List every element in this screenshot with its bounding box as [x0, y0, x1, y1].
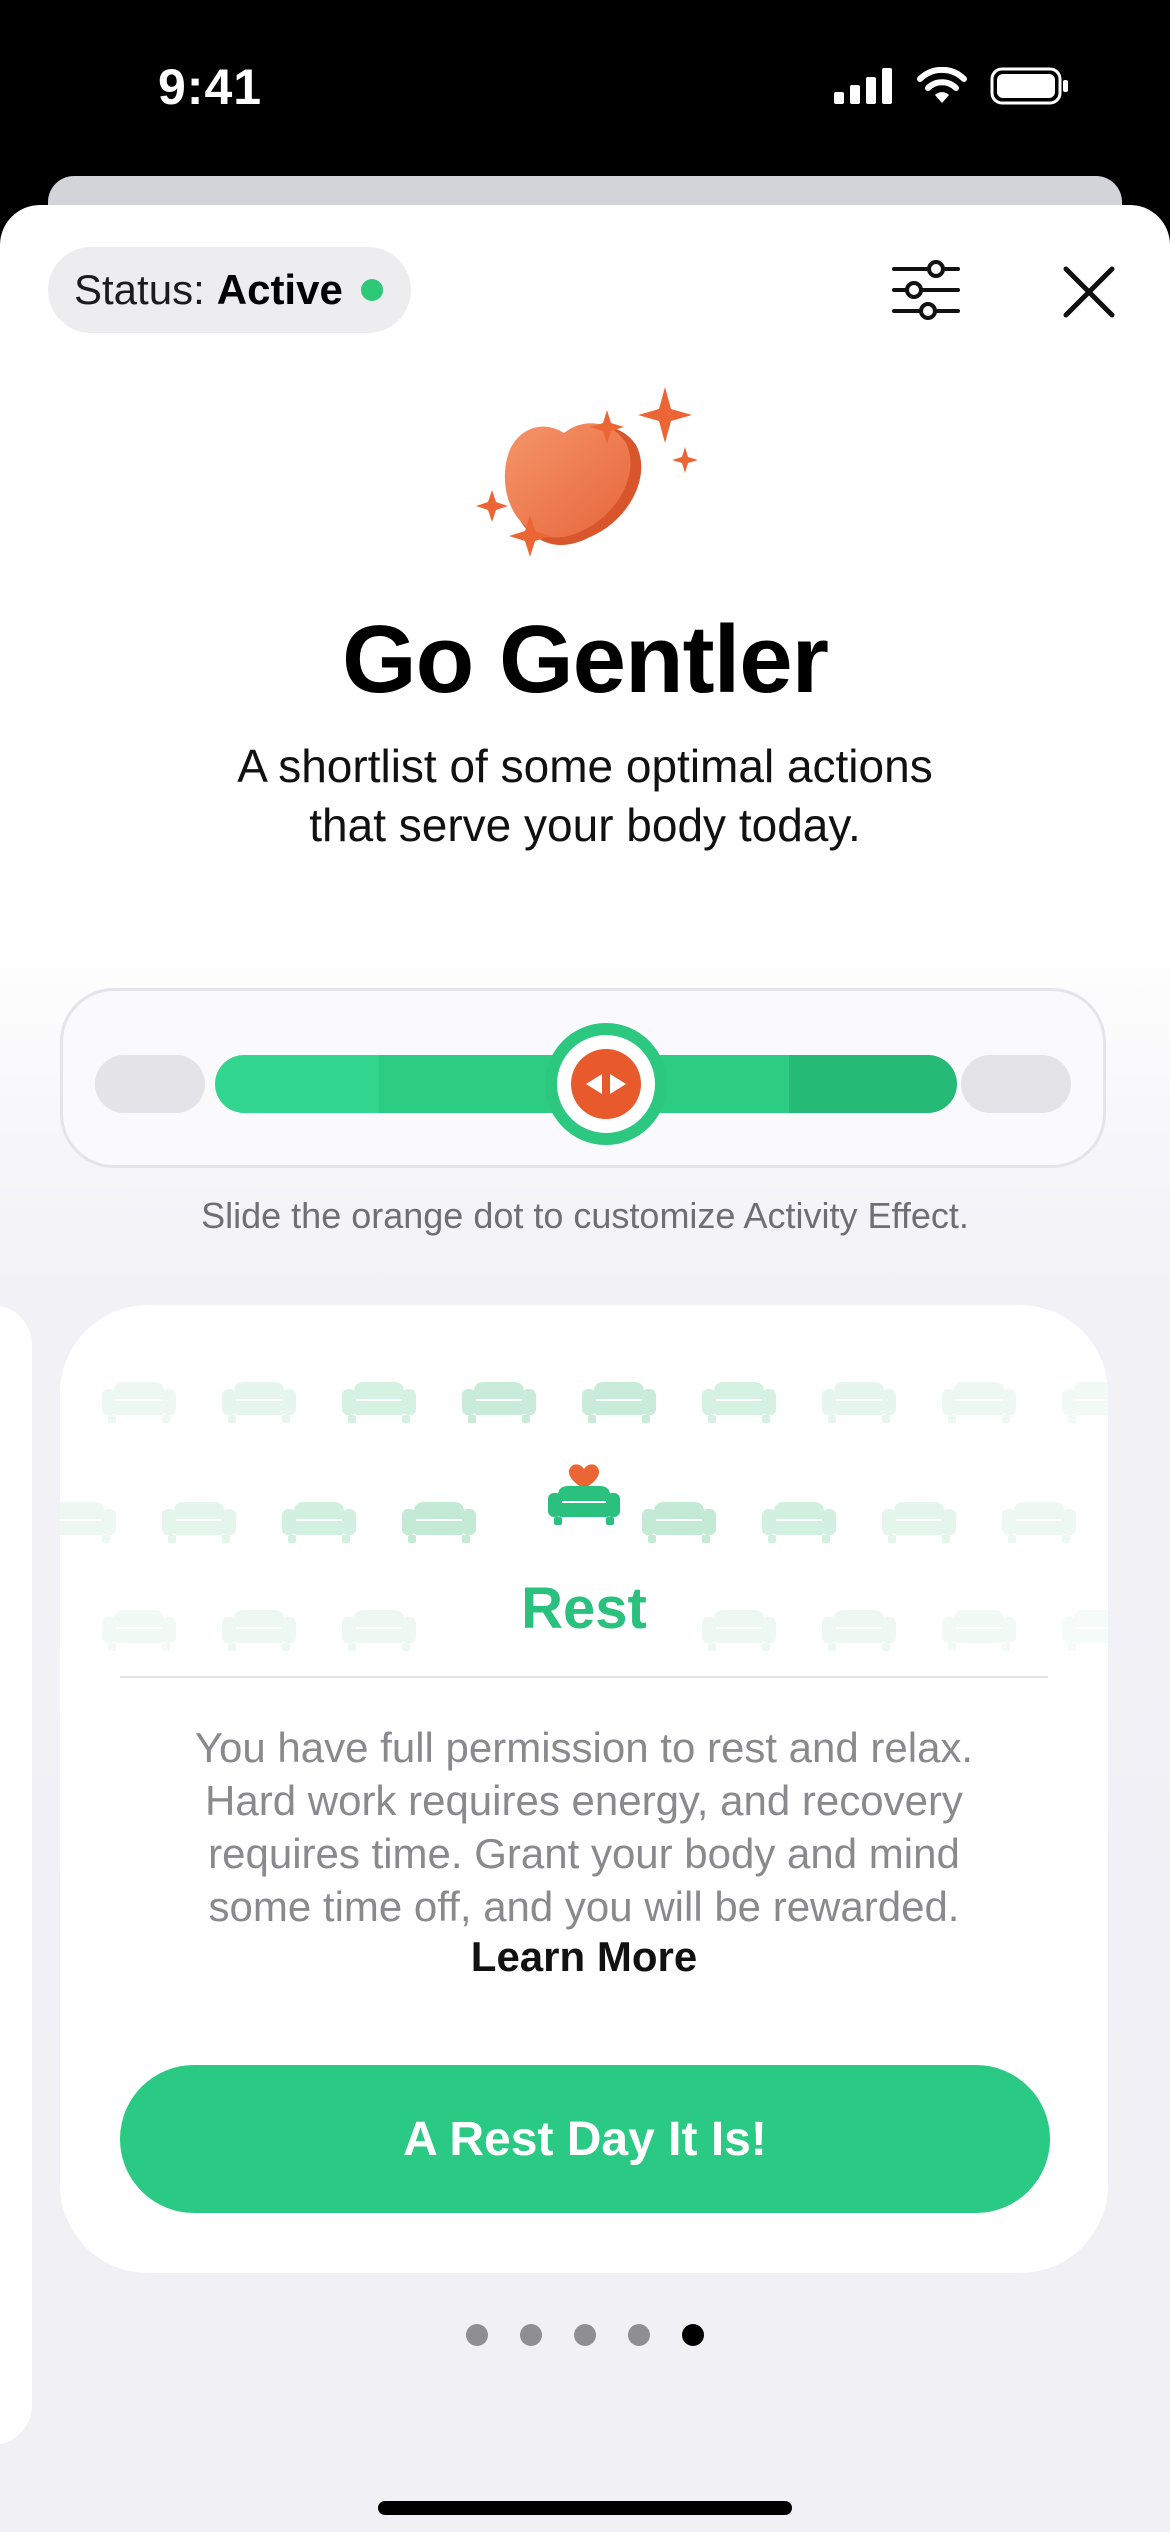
go-gentler-sheet: Status: Active Go Gentler A shortlist of…: [0, 205, 1170, 2532]
couch-pattern-icon: [340, 1377, 418, 1429]
couch-pattern-icon: [760, 1497, 838, 1549]
page-indicator[interactable]: [0, 2324, 1170, 2346]
couch-pattern-icon: [1000, 1497, 1078, 1549]
couch-pattern-icon: [640, 1497, 718, 1549]
couch-pattern-icon: [280, 1497, 358, 1549]
slider-hint: Slide the orange dot to customize Activi…: [201, 1195, 969, 1236]
couch-pattern-row: [60, 1377, 1108, 1437]
couch-pattern-icon: [60, 1497, 118, 1549]
subtitle-line: A shortlist of some optimal actions: [237, 740, 933, 792]
couch-pattern-icon: [1060, 1377, 1108, 1429]
page-dot[interactable]: [466, 2324, 488, 2346]
page-dot[interactable]: [574, 2324, 596, 2346]
page-subtitle: A shortlist of some optimal actions that…: [150, 737, 1020, 855]
couch-pattern-icon: [460, 1377, 538, 1429]
slider-segment-right: [961, 1055, 1071, 1113]
page-title: Go Gentler: [341, 606, 829, 713]
couch-heart-icon: [548, 1464, 620, 1525]
heart-sparkles-icon: [440, 365, 730, 605]
status-value: Active: [216, 266, 343, 313]
filter-button[interactable]: [888, 255, 964, 325]
activity-card: Rest You have full permission to rest an…: [60, 1305, 1108, 2273]
sliders-icon: [892, 260, 960, 320]
left-right-arrows-icon: [586, 1074, 626, 1094]
couch-pattern-icon: [160, 1497, 238, 1549]
status-pill[interactable]: Status: Active: [48, 247, 411, 333]
card-divider: [120, 1676, 1048, 1678]
rest-day-button[interactable]: A Rest Day It Is!: [120, 2065, 1050, 2213]
learn-more-link[interactable]: Learn More: [60, 1933, 1108, 1981]
status-time: 9:41: [158, 59, 263, 115]
description-line: Hard work requires energy, and recovery: [205, 1777, 963, 1824]
description-line: You have full permission to rest and rel…: [194, 1724, 974, 1771]
status-indicator-dot: [360, 279, 383, 301]
couch-pattern-icon: [940, 1377, 1018, 1429]
slider-knob[interactable]: [545, 1023, 667, 1145]
description-line: some time off, and you will be rewarded.: [208, 1883, 960, 1930]
couch-pattern-icon: [100, 1377, 178, 1429]
home-indicator[interactable]: [378, 2501, 792, 2515]
activity-effect-slider[interactable]: [60, 988, 1106, 1168]
status-label: Status:: [74, 266, 205, 313]
couch-pattern-icon: [220, 1377, 298, 1429]
description-line: requires time. Grant your body and mind: [208, 1830, 960, 1877]
slider-segment-left: [95, 1055, 205, 1113]
card-description: You have full permission to rest and rel…: [120, 1721, 1048, 1933]
subtitle-line: that serve your body today.: [309, 799, 861, 851]
cellular-signal-icon: [834, 68, 892, 104]
card-title: Rest: [521, 1576, 647, 1641]
couch-pattern-icon: [700, 1377, 778, 1429]
status-icons: [834, 66, 1070, 106]
previous-card-peek[interactable]: [0, 1305, 32, 2445]
close-button[interactable]: [1054, 257, 1124, 327]
couch-pattern-icon: [400, 1497, 478, 1549]
wifi-icon: [917, 67, 967, 103]
status-bar: 9:41: [0, 0, 1170, 170]
page-dot-active[interactable]: [682, 2324, 704, 2346]
couch-pattern-icon: [820, 1377, 898, 1429]
page-dot[interactable]: [628, 2324, 650, 2346]
couch-pattern-icon: [880, 1497, 958, 1549]
battery-icon: [990, 67, 1068, 105]
page-dot[interactable]: [520, 2324, 542, 2346]
couch-pattern-icon: [580, 1377, 658, 1429]
close-icon: [1063, 266, 1115, 318]
